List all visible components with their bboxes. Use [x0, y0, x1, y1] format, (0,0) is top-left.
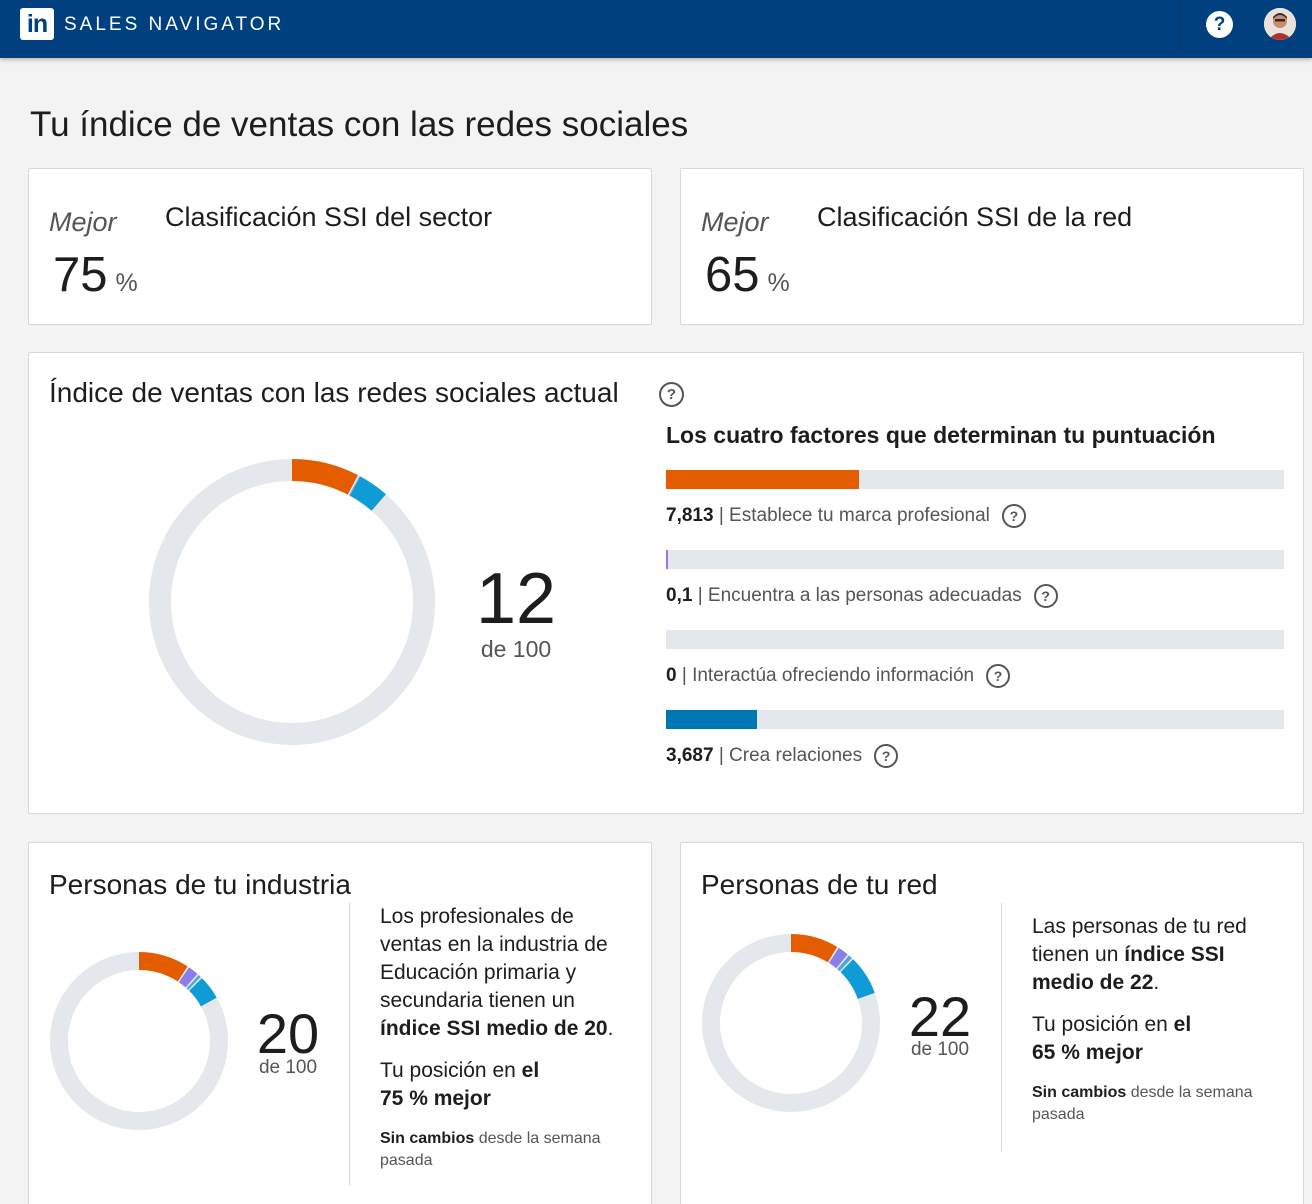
factor-bar-fill: [666, 550, 669, 569]
network-position-text: Tu posición en: [1032, 1013, 1174, 1036]
factor-bar-find-people: [666, 550, 1284, 569]
network-position-value: 65 % mejor: [1032, 1041, 1143, 1064]
industry-desc-text: Los profesionales de ventas en la indust…: [380, 905, 608, 1012]
industry-position-value: 75 % mejor: [380, 1087, 491, 1110]
rank-title: Clasificación SSI de la red: [817, 202, 1133, 232]
factor-help-icon[interactable]: ?: [874, 744, 899, 768]
factor-name: Interactúa ofreciendo información: [692, 665, 975, 686]
industry-desc-highlight: índice SSI medio de 20: [380, 1017, 608, 1040]
network-card-title: Personas de tu red: [701, 869, 938, 900]
industry-position: Tu posición en el 75 % mejor: [380, 1057, 630, 1113]
topbar-divider: [1180, 0, 1181, 58]
rank-best-label: Mejor: [701, 207, 769, 237]
rank-unit: %: [767, 269, 790, 297]
sales-navigator-brand[interactable]: SALES NAVIGATOR: [64, 14, 284, 36]
network-position: Tu posición en el 65 % mejor: [1032, 1011, 1282, 1067]
network-description: Las personas de tu red tienen un índice …: [1032, 913, 1282, 997]
rank-number: 75: [53, 248, 108, 302]
network-donut-chart: [702, 934, 880, 1112]
factor-value: 7,813: [666, 505, 714, 526]
rank-title: Clasificación SSI del sector: [165, 202, 493, 232]
rank-number: 65: [705, 248, 760, 302]
donut-track: [149, 459, 435, 745]
factor-help-icon[interactable]: ?: [1033, 584, 1058, 608]
factor-bar-fill: [666, 710, 758, 729]
factor-help-icon[interactable]: ?: [986, 664, 1011, 688]
rank-best-label: Mejor: [49, 207, 117, 237]
rank-unit: %: [115, 269, 138, 297]
avatar[interactable]: [1264, 8, 1296, 40]
industry-position-article: el: [521, 1059, 540, 1082]
ssi-score-out-of: de 100: [480, 636, 552, 662]
factor-bar-relationships: [666, 710, 1284, 729]
ssi-card-title: Índice de ventas con las redes sociales …: [49, 377, 619, 408]
factor-name: Encuentra a las personas adecuadas: [707, 585, 1022, 606]
network-ssi-rank-card: Mejor Clasificación SSI de la red 65%: [680, 168, 1304, 325]
factor-name: Establece tu marca profesional: [729, 505, 990, 526]
industry-peers-card: Personas de tu industria 20 de 100 Los p…: [28, 842, 652, 1204]
network-score-out-of: de 100: [910, 1039, 970, 1060]
factor-separator: |: [718, 505, 724, 526]
factor-value: 0,1: [666, 585, 693, 606]
network-change-note: Sin cambios desde la semana pasada: [1032, 1082, 1292, 1126]
current-ssi-card: Índice de ventas con las redes sociales …: [28, 352, 1304, 814]
factor-separator: |: [697, 585, 703, 606]
help-icon[interactable]: ?: [1206, 11, 1233, 38]
industry-description: Los profesionales de ventas en la indust…: [380, 903, 630, 1043]
industry-change-status: Sin cambios: [380, 1130, 475, 1147]
network-desc-end: .: [1153, 971, 1160, 994]
ssi-score: 12: [475, 559, 557, 639]
factors-heading: Los cuatro factores que determinan tu pu…: [666, 422, 1216, 448]
ssi-help-icon[interactable]: ?: [659, 382, 684, 407]
industry-divider: [349, 903, 350, 1185]
factor-separator: |: [718, 745, 724, 766]
factor-separator: |: [681, 665, 687, 686]
industry-card-title: Personas de tu industria: [49, 869, 351, 900]
factor-help-icon[interactable]: ?: [1001, 504, 1026, 528]
donut-track: [50, 952, 228, 1130]
industry-desc-end: .: [607, 1017, 614, 1040]
factor-name: Crea relaciones: [729, 745, 863, 766]
industry-ssi-rank-card: Mejor Clasificación SSI del sector 75%: [28, 168, 652, 325]
factor-value: 0: [666, 665, 677, 686]
factor-find-people-label: 0,1 | Encuentra a las personas adecuadas…: [666, 584, 1058, 608]
user-avatar-icon: [1264, 8, 1296, 40]
page-title: Tu índice de ventas con las redes social…: [30, 105, 689, 144]
industry-score: 20: [256, 1002, 320, 1065]
industry-donut-chart: [50, 952, 228, 1130]
factor-brand-label: 7,813 | Establece tu marca profesional ?: [666, 504, 1026, 528]
factor-value: 3,687: [666, 745, 714, 766]
industry-position-text: Tu posición en: [380, 1059, 522, 1082]
industry-change-note: Sin cambios desde la semana pasada: [380, 1128, 640, 1172]
factor-relationships-label: 3,687 | Crea relaciones ?: [666, 744, 899, 768]
network-position-article: el: [1173, 1013, 1192, 1036]
factor-bar-brand: [666, 470, 1284, 489]
rank-value: 65%: [705, 247, 790, 303]
network-change-status: Sin cambios: [1032, 1084, 1127, 1101]
linkedin-logo-icon[interactable]: in: [20, 8, 54, 40]
rank-value: 75%: [53, 247, 138, 303]
factor-bar-engage: [666, 630, 1284, 649]
factor-engage-label: 0 | Interactúa ofreciendo información ?: [666, 664, 1011, 688]
network-divider: [1001, 903, 1002, 1151]
network-peers-card: Personas de tu red 22 de 100 Las persona…: [680, 842, 1304, 1204]
ssi-donut-chart: [149, 459, 435, 745]
top-navigation-bar: in SALES NAVIGATOR ?: [0, 0, 1312, 58]
factor-bar-fill: [666, 470, 860, 489]
industry-score-out-of: de 100: [258, 1057, 318, 1078]
